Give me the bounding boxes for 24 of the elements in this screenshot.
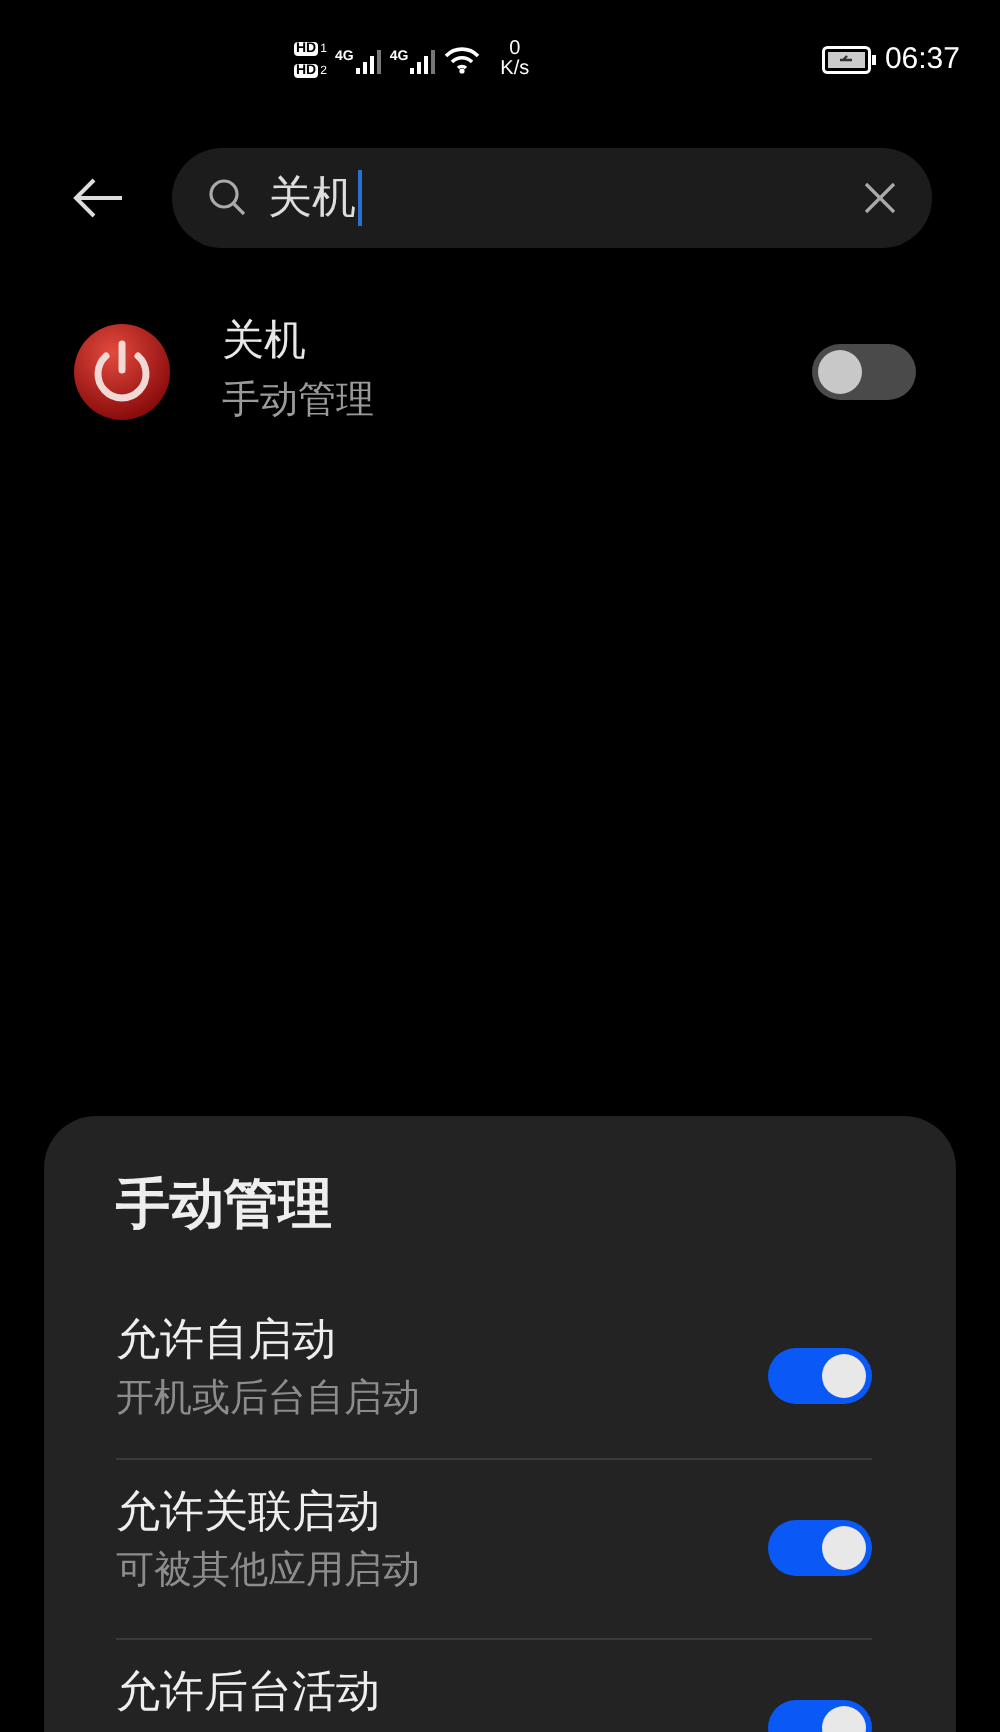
setting-title: 允许后台活动	[116, 1664, 382, 1720]
signal-icon	[410, 50, 437, 74]
toggle-switch[interactable]	[768, 1520, 872, 1576]
back-arrow-icon[interactable]	[72, 176, 124, 220]
search-text: 关机	[268, 170, 362, 226]
app-status: 手动管理	[222, 378, 376, 426]
search-field[interactable]: 关机	[172, 148, 932, 248]
clear-icon[interactable]	[864, 182, 896, 214]
setting-title: 允许自启动	[116, 1312, 338, 1368]
power-app-icon	[72, 322, 172, 422]
speed-value: 0	[509, 40, 521, 60]
setting-description: 开机或后台自启动	[116, 1376, 422, 1424]
setting-description: 可被其他应用启动	[116, 1548, 422, 1596]
setting-title: 允许关联启动	[116, 1484, 382, 1540]
clock-time: 06:37	[884, 39, 960, 80]
search-icon	[208, 178, 248, 218]
wifi-icon	[444, 46, 481, 74]
speed-unit: K/s	[500, 60, 530, 80]
battery-icon	[822, 46, 879, 74]
toggle-switch[interactable]	[768, 1348, 872, 1404]
signal-icon	[355, 50, 382, 74]
sheet-title: 手动管理	[114, 1172, 334, 1238]
app-name: 关机	[222, 316, 308, 368]
toggle-switch[interactable]	[812, 344, 916, 400]
